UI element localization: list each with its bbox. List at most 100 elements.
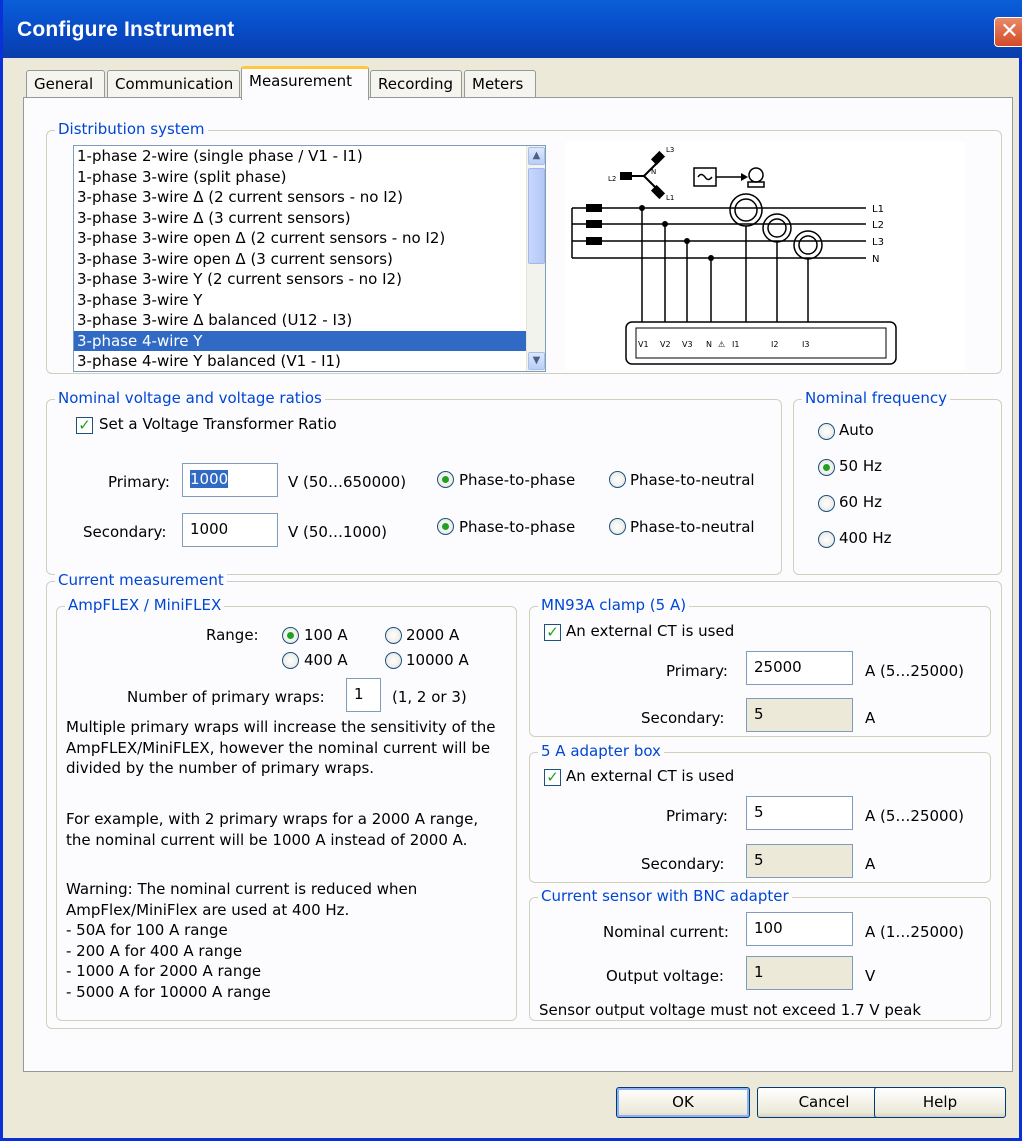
voltage-secondary-input[interactable]: 1000 (182, 513, 278, 547)
title-bar[interactable]: Configure Instrument ✕ (3, 0, 1022, 58)
frequency-50hz-radio[interactable] (818, 459, 835, 476)
tab-measurement[interactable]: Measurement (241, 66, 369, 100)
range-2000a-radio[interactable] (385, 627, 402, 644)
distribution-system-legend: Distribution system (55, 120, 208, 138)
line-label-l1: L1 (872, 204, 884, 215)
frequency-auto-radio[interactable] (818, 423, 835, 440)
ok-button[interactable]: OK (616, 1087, 750, 1118)
close-button[interactable]: ✕ (994, 17, 1022, 47)
range-10000a-label: 10000 A (406, 651, 469, 669)
bnc-sensor-legend: Current sensor with BNC adapter (538, 887, 792, 905)
voltage-primary-input[interactable]: 1000 (182, 463, 278, 497)
warning-icon: ⚠ (718, 340, 725, 349)
list-item[interactable]: 3-phase 4-wire Y balanced (V1 - I1) (74, 351, 545, 371)
vt-ratio-checkbox[interactable]: ✓ (76, 417, 93, 434)
list-item[interactable]: 3-phase 3-wire Δ (3 current sensors) (74, 208, 545, 229)
bnc-nominal-input[interactable]: 100 (746, 912, 853, 946)
primary-wraps-input[interactable]: 1 (346, 678, 381, 712)
voltage-secondary-range: V (50…1000) (288, 523, 387, 541)
frequency-50hz-label: 50 Hz (839, 457, 883, 475)
mn93a-secondary-unit: A (865, 709, 876, 727)
distribution-system-list[interactable]: 1-phase 2-wire (single phase / V1 - I1) 1… (73, 145, 546, 372)
frequency-400hz-label: 400 Hz (839, 529, 892, 547)
primary-phase-to-neutral-radio[interactable] (609, 471, 626, 488)
bnc-output-input: 1 (746, 956, 853, 990)
adapter-box-legend: 5 A adapter box (538, 742, 664, 760)
line-label-l2: L2 (872, 220, 884, 231)
adapter-external-ct-checkbox[interactable]: ✓ (544, 769, 561, 786)
scroll-thumb[interactable] (528, 168, 545, 264)
list-item[interactable]: 1-phase 3-wire (split phase) (74, 167, 545, 188)
terminal-n: N (706, 340, 712, 349)
star-label-n: N (651, 168, 656, 176)
frequency-60hz-radio[interactable] (818, 495, 835, 512)
star-label-l1: L1 (666, 194, 674, 202)
mn93a-secondary-input: 5 (746, 698, 853, 732)
mn93a-secondary-label: Secondary: (641, 709, 725, 727)
adapter-primary-label: Primary: (666, 807, 728, 825)
voltage-primary-label: Primary: (108, 473, 170, 491)
range-400a-label: 400 A (304, 651, 348, 669)
nominal-voltage-legend: Nominal voltage and voltage ratios (55, 389, 325, 407)
scroll-down-icon[interactable]: ▼ (528, 352, 545, 370)
tab-meters[interactable]: Meters (464, 70, 536, 98)
list-scrollbar[interactable]: ▲ ▼ (526, 146, 545, 371)
frequency-auto-label: Auto (839, 421, 874, 439)
adapter-secondary-unit: A (865, 855, 876, 873)
secondary-phase-to-neutral-radio[interactable] (609, 518, 626, 535)
range-100a-radio[interactable] (282, 627, 299, 644)
mn93a-external-ct-checkbox[interactable]: ✓ (544, 624, 561, 641)
mn93a-primary-unit: A (5…25000) (865, 662, 964, 680)
adapter-primary-unit: A (5…25000) (865, 807, 964, 825)
primary-wraps-hint: (1, 2 or 3) (392, 688, 467, 706)
tab-general[interactable]: General (26, 70, 105, 98)
list-item[interactable]: 1-phase 2-wire (single phase / V1 - I1) (74, 146, 545, 167)
range-100a-label: 100 A (304, 626, 348, 644)
list-item[interactable]: 3-phase 3-wire open Δ (3 current sensors… (74, 249, 545, 270)
close-icon: ✕ (1000, 19, 1019, 44)
list-item[interactable]: 3-phase 3-wire Δ (2 current sensors - no… (74, 187, 545, 208)
wiring-diagram: L3 L2 N L1 L1 L2 L3 N V1 V2 V3 N ⚠ I1 I2… (566, 142, 966, 370)
primary-wraps-label: Number of primary wraps: (127, 688, 325, 706)
bnc-output-label: Output voltage: (606, 967, 724, 985)
secondary-phase-to-phase-radio[interactable] (437, 518, 454, 535)
terminal-v1: V1 (638, 340, 649, 349)
mn93a-primary-input[interactable]: 25000 (746, 651, 853, 685)
checkmark-icon: ✓ (546, 768, 559, 786)
list-item[interactable]: 3-phase 3-wire open Δ (2 current sensors… (74, 228, 545, 249)
secondary-phase-to-phase-label: Phase-to-phase (459, 518, 576, 536)
list-item[interactable]: 3-phase 4-wire Y (74, 330, 545, 351)
wraps-explanation: Multiple primary wraps will increase the… (66, 718, 496, 777)
help-button[interactable]: Help (874, 1087, 1006, 1118)
tab-communication[interactable]: Communication (107, 70, 240, 98)
checkmark-icon: ✓ (546, 623, 559, 641)
primary-phase-to-phase-radio[interactable] (437, 471, 454, 488)
tab-recording[interactable]: Recording (370, 70, 462, 98)
range-10000a-radio[interactable] (385, 652, 402, 669)
frequency-warning: Warning: The nominal current is reduced … (66, 880, 418, 1001)
bnc-output-unit: V (865, 967, 876, 985)
bnc-nominal-label: Nominal current: (603, 923, 729, 941)
bnc-nominal-unit: A (1…25000) (865, 923, 964, 941)
list-item[interactable]: 3-phase 3-wire Y (2 current sensors - no… (74, 269, 545, 290)
adapter-secondary-label: Secondary: (641, 855, 725, 873)
list-item[interactable]: 3-phase 3-wire Y (74, 290, 545, 311)
terminal-i1: I1 (732, 340, 739, 349)
primary-phase-to-neutral-label: Phase-to-neutral (630, 471, 755, 489)
list-item[interactable]: 3-phase 3-wire Δ balanced (U12 - I3) (74, 310, 545, 331)
window-title: Configure Instrument (17, 18, 235, 41)
vt-ratio-label: Set a Voltage Transformer Ratio (99, 415, 337, 433)
bnc-output-note: Sensor output voltage must not exceed 1.… (539, 1001, 922, 1019)
adapter-primary-input[interactable]: 5 (746, 796, 853, 830)
ampflex-legend: AmpFLEX / MiniFLEX (65, 596, 225, 614)
configure-instrument-window: Configure Instrument ✕ General Communica… (0, 0, 1022, 1141)
terminal-v3: V3 (682, 340, 693, 349)
wraps-example: For example, with 2 primary wraps for a … (66, 810, 479, 849)
terminal-v2: V2 (660, 340, 671, 349)
range-400a-radio[interactable] (282, 652, 299, 669)
frequency-400hz-radio[interactable] (818, 531, 835, 548)
cancel-button[interactable]: Cancel (757, 1087, 891, 1118)
scroll-up-icon[interactable]: ▲ (528, 147, 545, 165)
adapter-external-ct-label: An external CT is used (566, 767, 735, 785)
star-label-l2: L2 (608, 175, 616, 183)
